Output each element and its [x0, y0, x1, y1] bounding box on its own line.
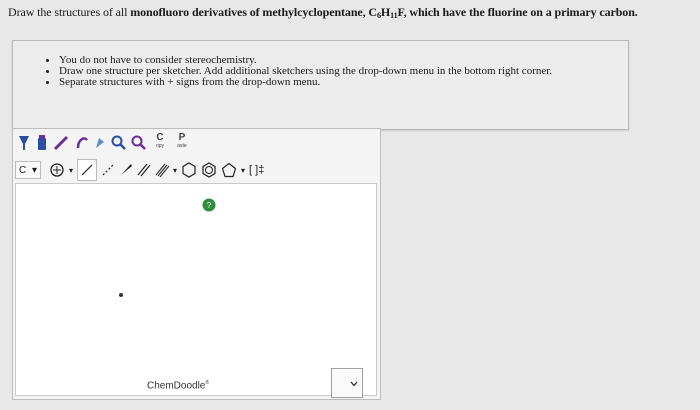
chemdoodle-sketcher: C opy P aste C ▾ ▾ ▾ ▾ []‡ ? ChemDoodle…	[12, 128, 381, 400]
select-icon[interactable]	[75, 133, 89, 153]
question-text: Draw the structures of all monofluoro de…	[8, 4, 698, 24]
bond-dropdown-icon[interactable]: ▾	[173, 160, 177, 180]
svg-text:?: ?	[207, 201, 212, 210]
paste-button[interactable]: P aste	[173, 132, 191, 154]
benzene-ring-icon[interactable]	[201, 160, 217, 180]
single-bond-icon[interactable]	[77, 159, 98, 181]
copy-button[interactable]: C opy	[151, 132, 169, 154]
ring-dropdown-icon[interactable]: ▾	[241, 160, 245, 180]
zoom-in-icon[interactable]	[111, 133, 127, 153]
eraser-icon[interactable]	[35, 133, 49, 153]
atom-label-tool[interactable]: [ ]‡	[249, 160, 264, 180]
copy-letter: C	[156, 132, 164, 143]
clear-tool-icon[interactable]	[17, 133, 31, 153]
element-select-value: C	[19, 164, 27, 176]
double-bond-icon[interactable]	[137, 160, 151, 180]
instruction-item: Separate structures with + signs from th…	[46, 77, 628, 88]
chevron-down-icon: ▾	[31, 164, 37, 176]
charge-dropdown-icon[interactable]: ▾	[69, 160, 73, 180]
question-bold: monofluoro derivatives of methylcyclopen…	[130, 5, 638, 20]
toolbar-row-2: C ▾ ▾ ▾ ▾ [ ]‡	[15, 159, 268, 181]
instructions-panel: You do not have to consider stereochemis…	[12, 40, 629, 130]
chevron-down-icon	[350, 381, 358, 387]
zoom-out-icon[interactable]	[131, 133, 147, 153]
paste-sub: aste	[177, 143, 187, 149]
toolbar-row-1: C opy P aste	[17, 132, 195, 154]
help-icon[interactable]: ?	[202, 198, 216, 212]
hexagon-ring-icon[interactable]	[181, 160, 197, 180]
add-sketcher-dropdown[interactable]	[331, 368, 363, 398]
element-select[interactable]: C ▾	[15, 161, 41, 179]
wedge-bond-icon[interactable]	[119, 160, 133, 180]
chemdoodle-brand: ChemDoodle®	[147, 380, 210, 392]
charge-plus-icon[interactable]	[49, 160, 65, 180]
question-prefix: Draw the structures of all	[8, 5, 128, 19]
instructions-list: You do not have to consider stereochemis…	[13, 55, 628, 88]
copy-sub: opy	[155, 143, 165, 149]
canvas-cursor-dot	[119, 293, 123, 297]
dashed-bond-icon[interactable]	[101, 160, 115, 180]
rotate-icon[interactable]	[93, 133, 107, 153]
paste-letter: P	[178, 132, 186, 143]
drawing-canvas[interactable]: ? ChemDoodle®	[15, 183, 377, 396]
triple-bond-icon[interactable]	[155, 160, 170, 180]
pentagon-ring-icon[interactable]	[221, 160, 237, 180]
lasso-icon[interactable]	[53, 133, 71, 153]
